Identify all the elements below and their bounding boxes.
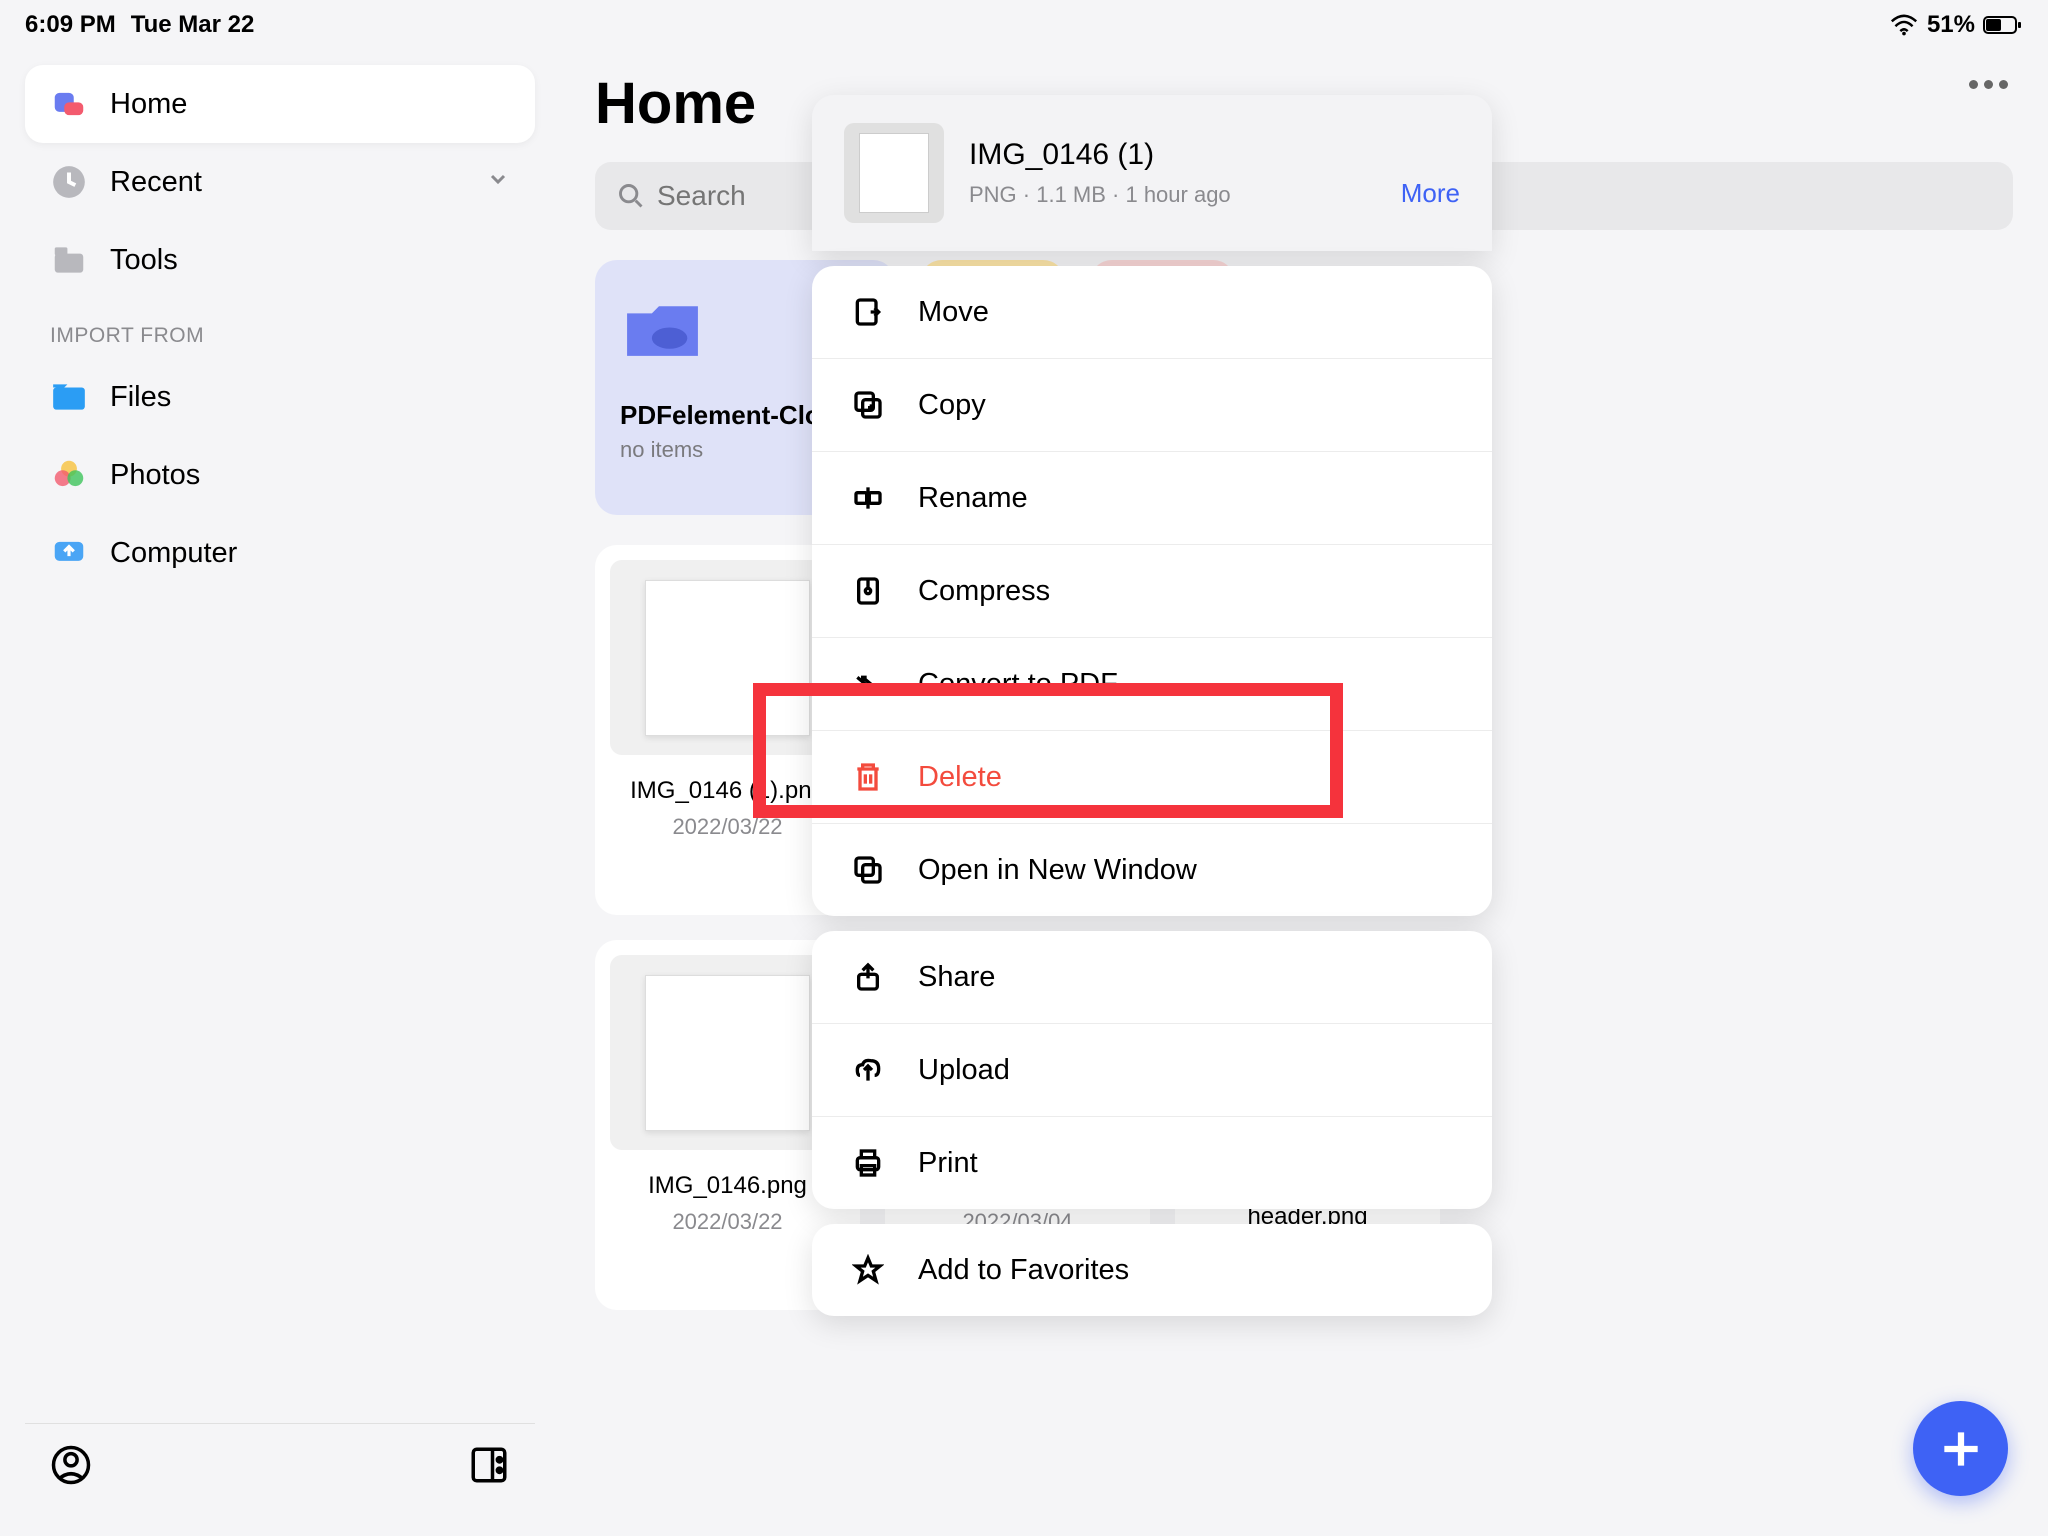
copy-icon (850, 387, 886, 423)
context-menu: IMG_0146 (1) PNG · 1.1 MB · 1 hour ago M… (812, 95, 1492, 1316)
context-more-button[interactable]: More (1401, 178, 1460, 209)
menu-print[interactable]: Print (812, 1117, 1492, 1209)
compress-icon (850, 573, 886, 609)
context-thumbnail (844, 123, 944, 223)
menu-share[interactable]: Share (812, 931, 1492, 1024)
star-icon (850, 1252, 886, 1288)
menu-open-new-window[interactable]: Open in New Window (812, 824, 1492, 916)
menu-move[interactable]: Move (812, 266, 1492, 359)
trash-icon (850, 759, 886, 795)
context-title: IMG_0146 (1) (969, 138, 1376, 172)
menu-add-favorites[interactable]: Add to Favorites (812, 1224, 1492, 1316)
share-icon (850, 959, 886, 995)
menu-copy[interactable]: Copy (812, 359, 1492, 452)
print-icon (850, 1145, 886, 1181)
upload-icon (850, 1052, 886, 1088)
menu-rename[interactable]: Rename (812, 452, 1492, 545)
convert-icon (850, 666, 886, 702)
new-window-icon (850, 852, 886, 888)
move-icon (850, 294, 886, 330)
menu-delete[interactable]: Delete (812, 731, 1492, 824)
context-meta: PNG · 1.1 MB · 1 hour ago (969, 182, 1376, 208)
rename-icon (850, 480, 886, 516)
context-header: IMG_0146 (1) PNG · 1.1 MB · 1 hour ago M… (812, 95, 1492, 251)
menu-compress[interactable]: Compress (812, 545, 1492, 638)
menu-upload[interactable]: Upload (812, 1024, 1492, 1117)
menu-convert-pdf[interactable]: Convert to PDF (812, 638, 1492, 731)
